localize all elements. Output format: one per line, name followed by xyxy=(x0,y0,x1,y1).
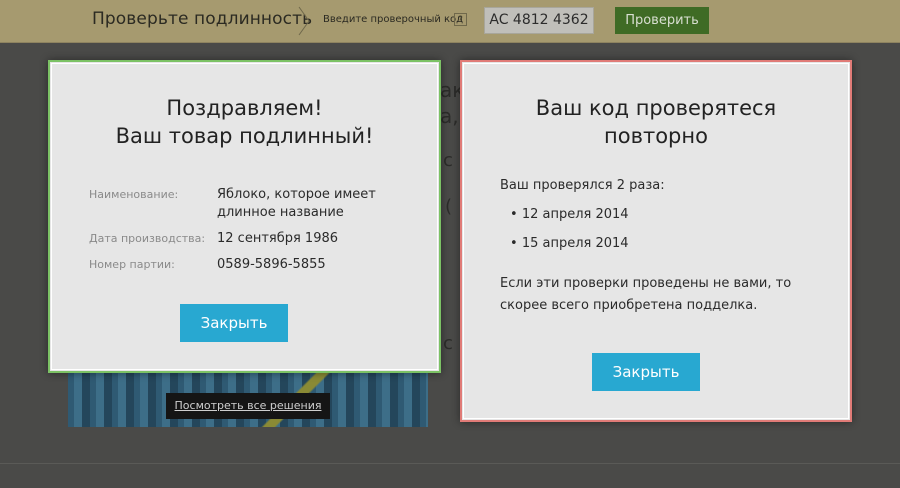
info-label: Номер партии: xyxy=(89,258,175,271)
background-text-fragment: а, xyxy=(440,104,459,128)
info-value: 12 сентября 1986 xyxy=(217,231,339,246)
code-hint-label: Введите проверочный код xyxy=(323,14,464,25)
check-dates-list: 12 апреля 2014 15 апреля 2014 xyxy=(500,207,800,251)
background-text-fragment: c xyxy=(443,150,453,171)
warning-title: Ваш код проверятеся повторно xyxy=(535,96,777,148)
counterfeit-warning-text: Если эти проверки проведены не вами, то … xyxy=(500,276,792,313)
view-all-solutions-button[interactable]: Посмотреть все решения xyxy=(166,393,330,419)
divider xyxy=(0,463,900,464)
background-text-fragment: ( xyxy=(445,196,453,217)
list-item: 12 апреля 2014 xyxy=(510,207,800,222)
background-text-fragment: c xyxy=(443,333,453,354)
code-input[interactable]: AC 4812 4362 xyxy=(484,7,594,34)
close-button[interactable]: Закрыть xyxy=(180,304,288,342)
warning-modal: Ваш код проверятеся повторно Ваш проверя… xyxy=(460,60,852,422)
product-info: Наименование: Яблоко, которое имеет длин… xyxy=(89,186,397,282)
success-modal: Поздравляем! Ваш товар подлинный! Наимен… xyxy=(48,60,441,373)
info-value: 0589-5896-5855 xyxy=(217,257,326,272)
chevron-right-icon xyxy=(298,6,310,36)
warning-body: Ваш проверялся 2 раза: 12 апреля 2014 15… xyxy=(500,178,800,317)
close-button[interactable]: Закрыть xyxy=(592,353,700,391)
check-button[interactable]: Проверить xyxy=(615,7,709,34)
top-bar: Проверьте подлинность Введите проверочны… xyxy=(0,0,900,43)
info-label: Наименование: xyxy=(89,188,179,201)
check-count-text: Ваш проверялся 2 раза: xyxy=(500,178,665,193)
info-row-name: Наименование: Яблоко, которое имеет длин… xyxy=(89,186,397,222)
page-title: Проверьте подлинность xyxy=(92,9,313,29)
info-value: Яблоко, которое имеет длинное название xyxy=(217,187,376,220)
list-item: 15 апреля 2014 xyxy=(510,236,800,251)
info-label: Дата производства: xyxy=(89,232,206,245)
success-title: Поздравляем! Ваш товар подлинный! xyxy=(115,96,374,148)
info-row-date: Дата производства: 12 сентября 1986 xyxy=(89,230,397,248)
help-icon[interactable]: ? xyxy=(454,13,467,26)
info-row-batch: Номер партии: 0589-5896-5855 xyxy=(89,256,397,274)
